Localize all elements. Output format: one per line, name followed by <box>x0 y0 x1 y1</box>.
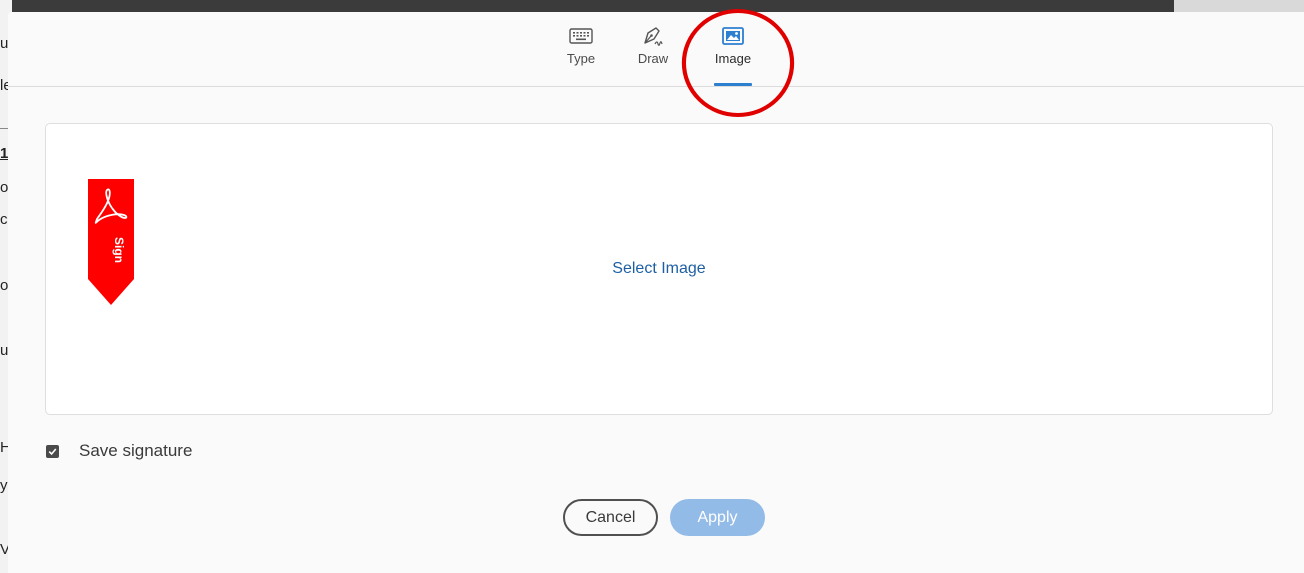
signature-dialog: Type Draw Image Sign Select Image Save s… <box>8 9 1304 573</box>
save-signature-checkbox[interactable] <box>46 444 59 458</box>
tab-draw-label: Draw <box>637 51 669 66</box>
sign-here-badge: Sign <box>88 179 134 305</box>
tab-type[interactable]: Type <box>564 24 598 86</box>
keyboard-icon <box>569 28 593 44</box>
annotation-circle <box>681 9 795 117</box>
tab-draw[interactable]: Draw <box>635 24 671 86</box>
save-signature-option[interactable]: Save signature <box>46 440 192 462</box>
checkmark-icon <box>48 447 57 455</box>
save-signature-label: Save signature <box>79 441 193 460</box>
select-image-link[interactable]: Select Image <box>46 260 1272 278</box>
cancel-button[interactable]: Cancel <box>563 499 658 536</box>
pen-nib-icon <box>644 27 663 46</box>
tab-type-label: Type <box>566 51 596 66</box>
apply-button[interactable]: Apply <box>670 499 765 536</box>
signature-mode-tabs: Type Draw Image <box>8 9 1304 117</box>
signature-canvas[interactable]: Sign Select Image <box>45 123 1273 415</box>
